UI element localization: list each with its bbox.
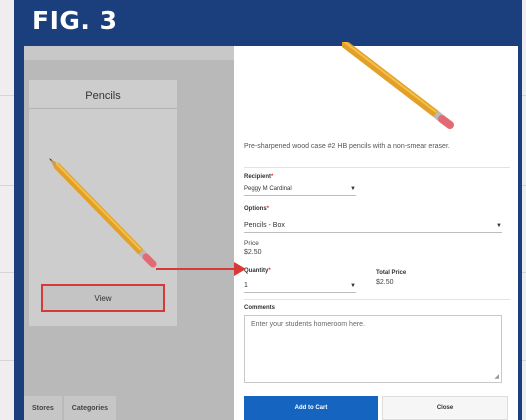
tab-stores[interactable]: Stores (24, 396, 62, 420)
pencil-image (342, 42, 454, 129)
comments-label: Comments (244, 305, 276, 311)
card-divider (29, 108, 177, 109)
chevron-down-icon: ▼ (350, 282, 356, 289)
panel-header-strip (24, 46, 234, 60)
recipient-select[interactable]: Peggy M Cardinal ▼ (244, 182, 356, 196)
quantity-label: Quantity* (244, 268, 271, 274)
recipient-label: Recipient* (244, 174, 274, 180)
figure-title: FIG. 3 (32, 6, 118, 35)
chevron-down-icon: ▼ (350, 185, 356, 192)
comments-placeholder: Enter your students homeroom here. (251, 321, 366, 328)
comments-textarea[interactable]: Enter your students homeroom here. ◢ (244, 315, 502, 383)
arrow-right-icon (156, 262, 246, 276)
close-button[interactable]: Close (382, 396, 508, 420)
quantity-select[interactable]: 1 ▼ (244, 279, 356, 293)
tab-categories[interactable]: Categories (63, 396, 116, 420)
options-select[interactable]: Pencils - Box ▼ (244, 219, 502, 233)
total-price-label: Total Price (376, 270, 407, 276)
add-to-cart-button[interactable]: Add to Cart (244, 396, 378, 420)
pencil-icon (49, 158, 157, 268)
product-description: Pre-sharpened wood case #2 HB pencils wi… (244, 143, 450, 150)
divider (244, 167, 510, 168)
total-price-value: $2.50 (376, 279, 394, 286)
bottom-nav: Stores Categories (24, 396, 234, 420)
options-label: Options* (244, 206, 270, 212)
product-list-panel: Pencils View Stores Categories (24, 46, 234, 420)
product-detail-panel: Pre-sharpened wood case #2 HB pencils wi… (234, 42, 518, 420)
chevron-down-icon: ▼ (496, 222, 502, 229)
product-name: Pencils (85, 90, 121, 102)
product-card[interactable]: Pencils View (29, 80, 177, 326)
view-button[interactable]: View (41, 284, 165, 312)
price-value: $2.50 (244, 249, 262, 256)
resize-handle-icon[interactable]: ◢ (494, 373, 499, 380)
divider (244, 299, 510, 300)
price-label: Price (244, 240, 259, 247)
